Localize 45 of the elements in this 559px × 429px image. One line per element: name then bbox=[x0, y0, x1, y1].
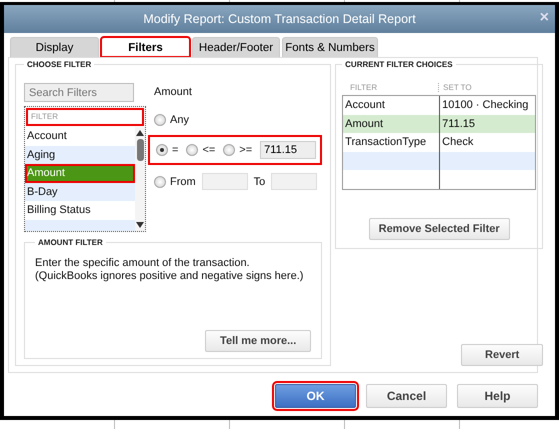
field-label: Amount bbox=[154, 86, 193, 98]
column-header: SET TO bbox=[438, 83, 534, 92]
radio-label: <= bbox=[202, 144, 216, 156]
amount-field[interactable]: 711.15 bbox=[260, 141, 316, 159]
radio-label: From bbox=[170, 176, 196, 188]
radio-label: >= bbox=[239, 144, 252, 156]
group-heading: AMOUNT FILTER bbox=[37, 238, 104, 247]
dialog-button[interactable]: Cancel bbox=[366, 384, 447, 408]
scroll-up-icon[interactable] bbox=[136, 130, 144, 136]
revert-button[interactable]: Revert bbox=[461, 344, 544, 366]
table-row[interactable]: Amount 711.15 bbox=[343, 114, 536, 133]
scrollbar[interactable] bbox=[135, 127, 145, 231]
from-field[interactable] bbox=[202, 173, 248, 190]
radio-label: = bbox=[172, 144, 178, 156]
search-field[interactable]: Search Filters bbox=[24, 83, 134, 102]
radio-button[interactable] bbox=[154, 114, 166, 126]
table-cell-text: TransactionType bbox=[344, 135, 428, 150]
filter-list-item[interactable]: Billing Status bbox=[25, 201, 135, 220]
filter-list-item[interactable]: Account bbox=[25, 127, 135, 146]
radio-button[interactable] bbox=[156, 144, 168, 156]
dialog-button[interactable]: Help bbox=[457, 384, 538, 408]
scroll-thumb[interactable] bbox=[136, 139, 144, 161]
tab[interactable]: Display bbox=[10, 37, 99, 57]
list-header: FILTER bbox=[26, 108, 144, 126]
group-heading: CHOOSE FILTER bbox=[26, 60, 92, 69]
radio-button[interactable] bbox=[154, 176, 166, 188]
tell-me-more-button[interactable]: Tell me more... bbox=[205, 330, 312, 352]
tab[interactable]: Header/Footer bbox=[192, 37, 280, 57]
tab[interactable]: Fonts & Numbers bbox=[282, 37, 378, 57]
radio-button[interactable] bbox=[186, 144, 198, 156]
table-cell-text: Account bbox=[344, 98, 386, 113]
table-cell-text: Amount bbox=[344, 116, 384, 132]
to-field[interactable] bbox=[271, 173, 318, 190]
group-heading: CURRENT FILTER CHOICES bbox=[344, 60, 454, 69]
filter-list-item[interactable]: Amount bbox=[25, 164, 135, 182]
radio-label: Any bbox=[170, 114, 189, 126]
remove-filter-button[interactable]: Remove Selected Filter bbox=[368, 218, 510, 240]
scroll-down-icon[interactable] bbox=[136, 222, 144, 228]
tab[interactable]: Filters bbox=[101, 37, 190, 57]
filter-description: Enter the specific amount of the transaction. (QuickBooks ignores positive and negative signs here.) bbox=[35, 257, 304, 283]
window-title: Modify Report: Custom Transaction Detail Report bbox=[143, 12, 416, 26]
column-header: FILTER bbox=[349, 83, 378, 92]
dialog-button[interactable]: OK bbox=[275, 384, 356, 408]
radio-button[interactable] bbox=[223, 144, 236, 156]
field-label: To bbox=[254, 176, 266, 188]
